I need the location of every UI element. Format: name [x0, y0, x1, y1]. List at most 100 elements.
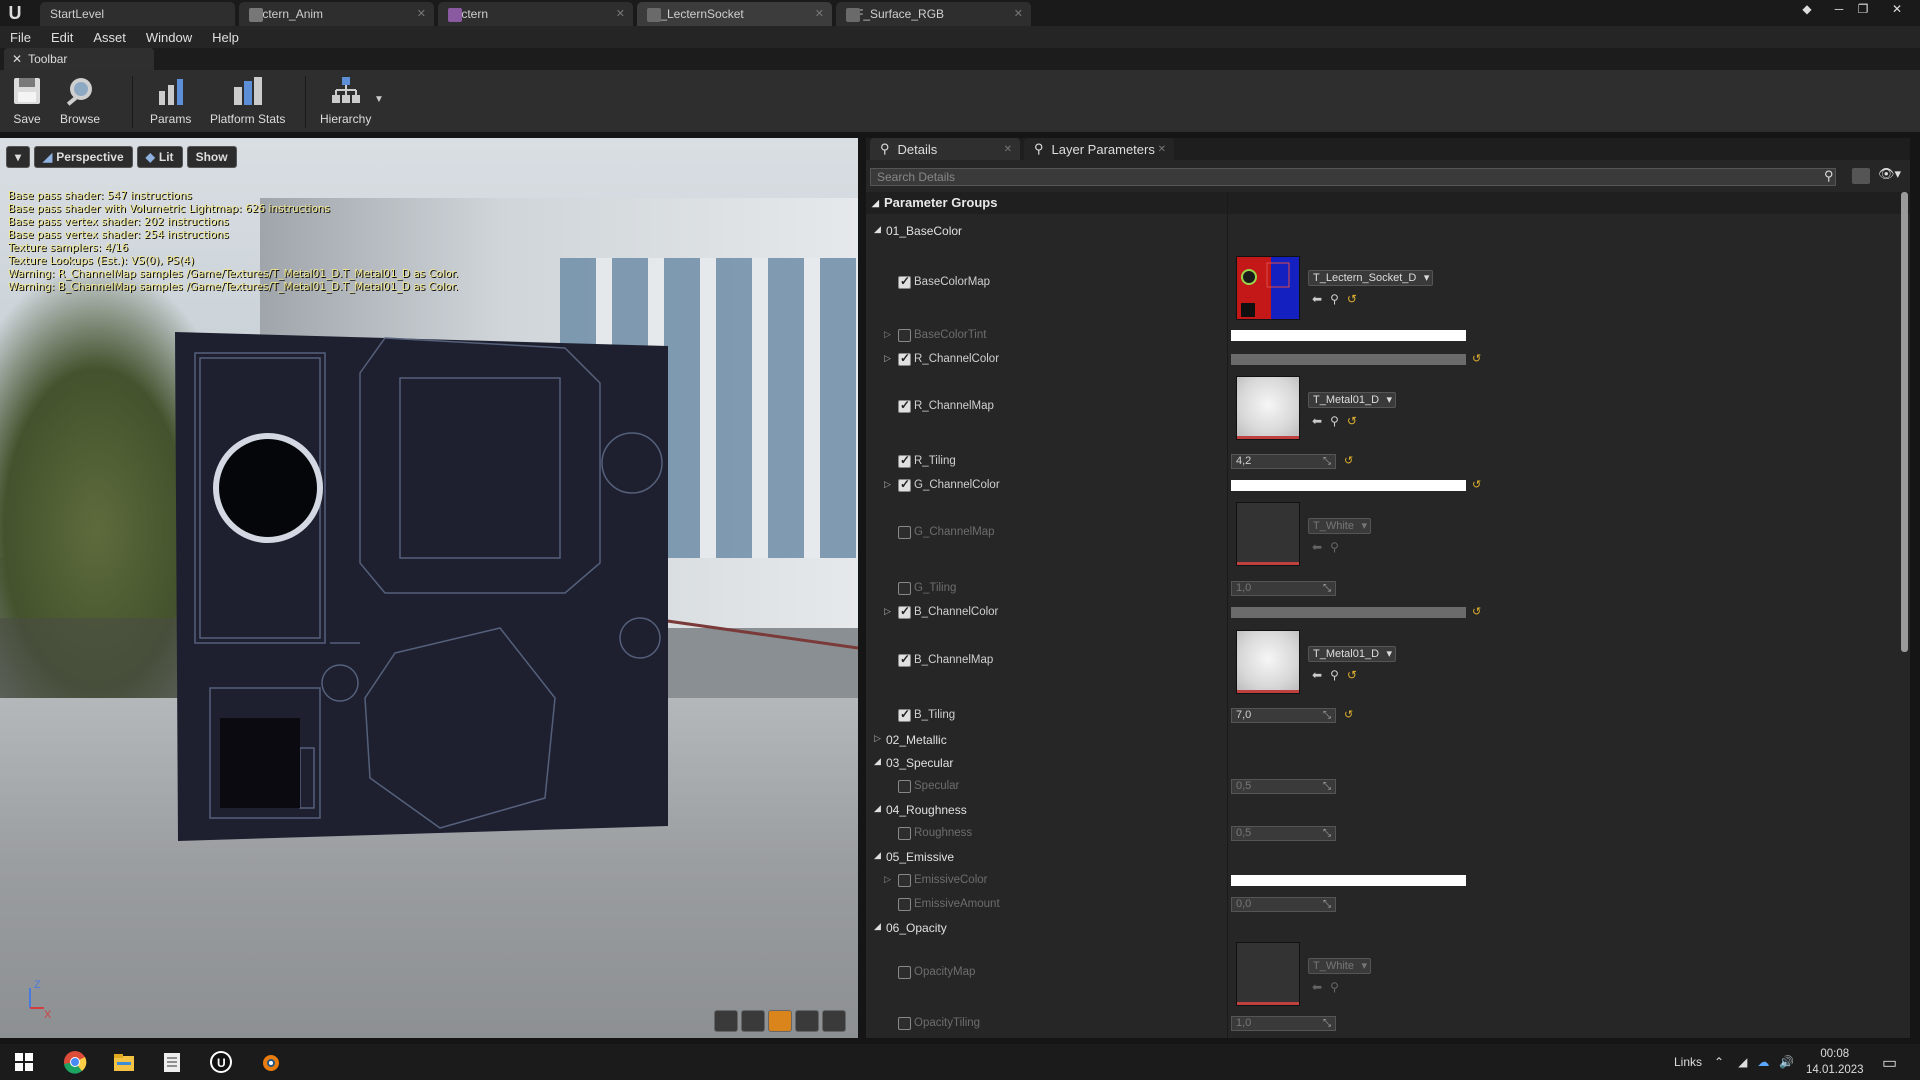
plane-preview-button[interactable] [768, 1010, 792, 1032]
tab-lectern[interactable]: Lectern ✕ [438, 2, 633, 26]
windows-start-icon[interactable] [12, 1050, 36, 1074]
g-channelmap-checkbox[interactable] [898, 526, 911, 539]
hierarchy-dropdown-icon[interactable]: ▼ [374, 94, 384, 105]
browse-asset-icon[interactable]: ⚲ [1330, 980, 1347, 994]
b-channelmap-thumbnail[interactable] [1236, 630, 1300, 694]
use-selected-icon[interactable]: ⬅ [1312, 980, 1330, 994]
opacitymap-checkbox[interactable] [898, 966, 911, 979]
chrome-icon[interactable] [63, 1050, 87, 1074]
expand-arrow-icon[interactable]: ▷ [884, 874, 891, 885]
r-channelcolor-color-swatch[interactable] [1231, 354, 1466, 365]
close-icon[interactable]: ✕ [815, 7, 824, 20]
volume-icon[interactable]: 🔊 [1779, 1055, 1794, 1069]
expand-arrow-icon[interactable]: ▷ [884, 329, 891, 340]
b-channelcolor-color-swatch[interactable] [1231, 607, 1466, 618]
sphere-preview-button[interactable] [741, 1010, 765, 1032]
group-02-metallic[interactable]: ▷ 02_Metallic [866, 730, 1901, 750]
basecolormap-thumbnail[interactable] [1236, 256, 1300, 320]
opacitytiling-checkbox[interactable] [898, 1017, 911, 1030]
search-icon[interactable]: ⚲ [1824, 168, 1834, 184]
reset-icon[interactable]: ↺ [1347, 668, 1365, 682]
mesh-preview-button[interactable] [822, 1010, 846, 1032]
chevron-up-icon[interactable]: ⌃ [1714, 1055, 1724, 1069]
emissivecolor-color-swatch[interactable] [1231, 875, 1466, 886]
reset-icon[interactable]: ↺ [1347, 414, 1365, 428]
cylinder-preview-button[interactable] [714, 1010, 738, 1032]
use-selected-icon[interactable]: ⬅ [1312, 414, 1330, 428]
blender-icon[interactable] [258, 1050, 282, 1074]
clock[interactable]: 00:08 14.01.2023 [1806, 1044, 1864, 1080]
opacitytiling-input[interactable]: 1,0 ⤡ [1231, 1016, 1336, 1031]
browse-asset-icon[interactable]: ⚲ [1330, 540, 1347, 554]
tab-startlevel[interactable]: StartLevel [40, 2, 235, 26]
notepad-icon[interactable] [160, 1050, 184, 1074]
g-channelcolor-checkbox[interactable] [898, 477, 911, 492]
close-window-button[interactable]: ✕ [1886, 0, 1908, 18]
perspective-button[interactable]: ◢ Perspective [34, 146, 133, 168]
b-channelcolor-checkbox[interactable] [898, 604, 911, 619]
toolbar-tab[interactable]: ✕ Toolbar [4, 48, 154, 70]
expand-arrow-icon[interactable]: ▷ [884, 479, 891, 490]
use-selected-icon[interactable]: ⬅ [1312, 540, 1330, 554]
menu-asset[interactable]: Asset [83, 30, 136, 45]
close-icon[interactable]: ✕ [1158, 144, 1166, 155]
network-icon[interactable]: ◢ [1738, 1055, 1747, 1069]
reset-icon[interactable]: ↺ [1344, 708, 1353, 721]
emissiveamount-input[interactable]: 0,0 ⤡ [1231, 897, 1336, 912]
tab-lectern-anim[interactable]: Lectern_Anim ✕ [239, 2, 434, 26]
reset-icon[interactable]: ↺ [1472, 605, 1481, 618]
emissiveamount-checkbox[interactable] [898, 898, 911, 911]
parameter-groups-header[interactable]: ◢ Parameter Groups [866, 192, 1910, 214]
menu-help[interactable]: Help [202, 30, 249, 45]
scrollbar[interactable] [1901, 192, 1908, 652]
b-channelmap-checkbox[interactable] [898, 652, 911, 667]
opacitymap-asset-picker[interactable]: T_White [1308, 958, 1371, 974]
r-channelmap-checkbox[interactable] [898, 398, 911, 413]
links-toolbar-label[interactable]: Links [1674, 1055, 1702, 1069]
r-tiling-input[interactable]: 4,2 ⤡ [1231, 454, 1336, 469]
notifications-icon[interactable]: ▭ [1882, 1053, 1897, 1073]
menu-edit[interactable]: Edit [41, 30, 83, 45]
reset-icon[interactable]: ↺ [1344, 454, 1353, 467]
tab-layer-parameters[interactable]: ⚲ Layer Parameters ✕ [1024, 138, 1174, 160]
use-selected-icon[interactable]: ⬅ [1312, 668, 1330, 682]
use-selected-icon[interactable]: ⬅ [1312, 292, 1330, 306]
expand-arrow-icon[interactable]: ▷ [884, 353, 891, 364]
g-channelcolor-color-swatch[interactable] [1231, 480, 1466, 491]
save-button[interactable]: Save [10, 74, 44, 126]
lit-button[interactable]: ◆ Lit [136, 146, 183, 168]
basecolortint-color-swatch[interactable] [1231, 330, 1466, 341]
roughness-checkbox[interactable] [898, 827, 911, 840]
viewport-options-button[interactable]: ▾ [6, 146, 31, 168]
maximize-button[interactable]: ❐ [1852, 0, 1874, 18]
notification-icon[interactable]: ◆ [1796, 0, 1818, 18]
file-explorer-icon[interactable] [112, 1050, 136, 1074]
g-channelmap-thumbnail[interactable] [1236, 502, 1300, 566]
menu-window[interactable]: Window [136, 30, 202, 45]
params-button[interactable]: Params [150, 74, 191, 126]
search-details-input[interactable]: Search Details [870, 168, 1836, 186]
group-05-emissive[interactable]: ◢ 05_Emissive [866, 847, 1901, 867]
r-channelcolor-checkbox[interactable] [898, 351, 911, 366]
reset-icon[interactable]: ↺ [1347, 292, 1365, 306]
tab-mi-lecternsocket[interactable]: MI_LecternSocket ✕ [637, 2, 832, 26]
specular-checkbox[interactable] [898, 780, 911, 793]
b-tiling-input[interactable]: 7,0 ⤡ [1231, 708, 1336, 723]
opacitymap-thumbnail[interactable] [1236, 942, 1300, 1006]
group-04-roughness[interactable]: ◢ 04_Roughness [866, 800, 1901, 820]
platform-stats-button[interactable]: Platform Stats [210, 74, 285, 126]
tab-mf-surface-rgb[interactable]: MF_Surface_RGB ✕ [836, 2, 1031, 26]
group-06-opacity[interactable]: ◢ 06_Opacity [866, 918, 1901, 938]
browse-asset-icon[interactable]: ⚲ [1330, 414, 1347, 428]
minimize-button[interactable]: ─ [1828, 0, 1850, 18]
browse-asset-icon[interactable]: ⚲ [1330, 292, 1347, 306]
browse-asset-icon[interactable]: ⚲ [1330, 668, 1347, 682]
browse-button[interactable]: Browse [60, 74, 100, 126]
roughness-input[interactable]: 0,5 ⤡ [1231, 826, 1336, 841]
close-icon[interactable]: ✕ [1004, 144, 1012, 155]
reset-icon[interactable]: ↺ [1472, 478, 1481, 491]
hierarchy-button[interactable]: Hierarchy [320, 74, 371, 126]
close-icon[interactable]: ✕ [616, 7, 625, 20]
unreal-engine-icon[interactable]: U [209, 1050, 233, 1074]
basecolormap-asset-picker[interactable]: T_Lectern_Socket_D [1308, 270, 1434, 286]
